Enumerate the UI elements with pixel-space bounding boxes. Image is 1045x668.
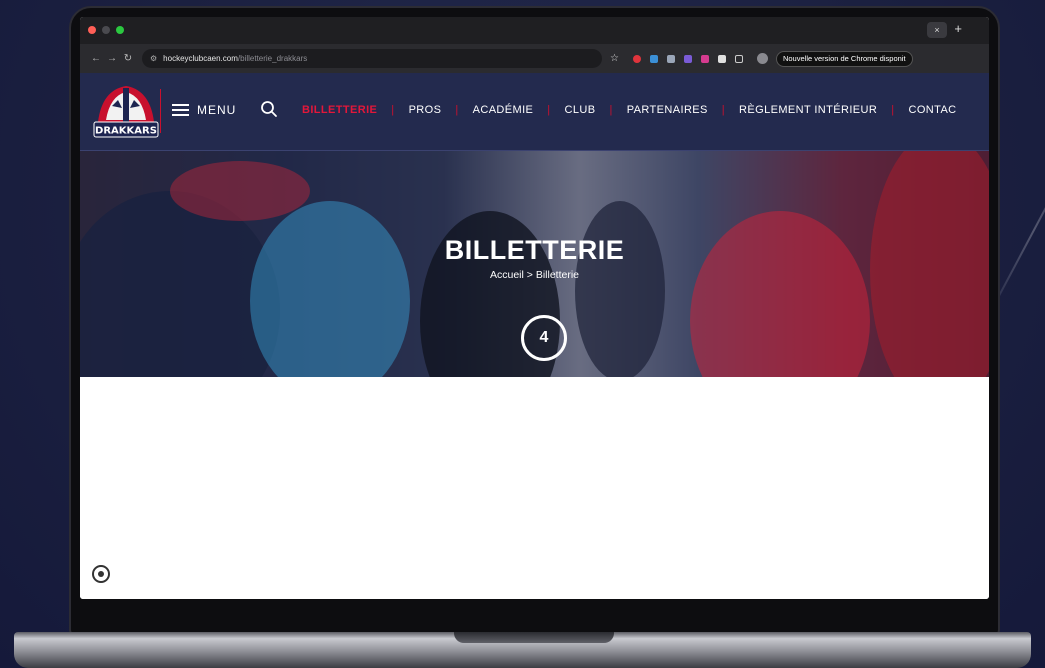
laptop-notch: [454, 632, 614, 643]
breadcrumb[interactable]: Accueil > Billetterie: [80, 269, 989, 281]
nav-item-partenaires[interactable]: PARTENAIRES: [627, 104, 708, 116]
extensions-puzzle-icon[interactable]: [734, 54, 743, 63]
browser-tab-bar: × +: [80, 17, 989, 44]
address-bar[interactable]: ⚙ hockeyclubcaen.com/billetterie_drakkar…: [142, 49, 602, 68]
url-path: /billetterie_drakkars: [237, 54, 308, 63]
nav-item-reglement[interactable]: RÈGLEMENT INTÉRIEUR: [739, 104, 877, 116]
extension-white-icon[interactable]: [717, 54, 726, 63]
accessibility-icon[interactable]: [92, 565, 110, 583]
page-title: BILLETTERIE: [444, 235, 625, 265]
main-nav: BILLETTERIE | PROS | ACADÉMIE | CLUB | P…: [302, 104, 957, 116]
menu-button[interactable]: MENU: [172, 101, 236, 119]
tab-close-button[interactable]: ×: [927, 22, 947, 38]
nav-item-academie[interactable]: ACADÉMIE: [473, 104, 534, 116]
extension-purple-icon[interactable]: [683, 54, 692, 63]
browser-toolbar: ← → ↻ ⚙ hockeyclubcaen.com/billetterie_d…: [80, 44, 989, 73]
nav-separator: |: [609, 104, 613, 116]
extension-blue-icon[interactable]: [649, 54, 658, 63]
nav-item-pros[interactable]: PROS: [409, 104, 442, 116]
menu-label: MENU: [197, 103, 237, 117]
hamburger-icon: [172, 101, 189, 119]
profile-avatar-icon[interactable]: [756, 53, 768, 64]
nav-item-billetterie[interactable]: BILLETTERIE: [302, 104, 377, 116]
url-host: hockeyclubcaen.com: [163, 54, 238, 63]
minimize-window-button[interactable]: [102, 26, 110, 34]
site-header: DRAKKARS MENU BILLETTERIE | PROS | ACADÉ…: [80, 73, 989, 151]
maximize-window-button[interactable]: [116, 26, 124, 34]
page-content: [80, 377, 989, 599]
browser-screen: × + ← → ↻ ⚙ hockeyclubcaen.com/billetter…: [80, 17, 989, 599]
nav-separator: |: [455, 104, 459, 116]
reload-icon[interactable]: ↻: [120, 53, 136, 64]
nav-separator: |: [891, 104, 895, 116]
site-settings-icon[interactable]: ⚙: [150, 54, 157, 63]
back-icon[interactable]: ←: [88, 53, 104, 64]
drakkars-logo[interactable]: DRAKKARS: [92, 82, 160, 140]
window-controls: [88, 26, 124, 34]
extension-grey-icon[interactable]: [666, 54, 675, 63]
extension-red-icon[interactable]: [632, 54, 641, 63]
logo-wordmark: DRAKKARS: [95, 126, 157, 137]
star-icon[interactable]: ☆: [610, 53, 619, 64]
hero-banner: BILLETTERIE Accueil > Billetterie 4: [80, 151, 989, 377]
step-number-badge: 4: [521, 315, 567, 361]
nav-item-club[interactable]: CLUB: [565, 104, 596, 116]
nav-separator: |: [547, 104, 551, 116]
new-tab-button[interactable]: +: [954, 21, 962, 37]
extension-pink-icon[interactable]: [700, 54, 709, 63]
search-icon[interactable]: [260, 100, 278, 118]
nav-separator: |: [391, 104, 395, 116]
extensions-bar: [632, 54, 743, 63]
forward-icon[interactable]: →: [104, 53, 120, 64]
nav-item-contact[interactable]: CONTAC: [909, 104, 957, 116]
chrome-update-button[interactable]: Nouvelle version de Chrome disponit: [775, 50, 913, 67]
close-window-button[interactable]: [88, 26, 96, 34]
nav-separator: |: [721, 104, 726, 116]
logo-divider: [160, 89, 161, 133]
